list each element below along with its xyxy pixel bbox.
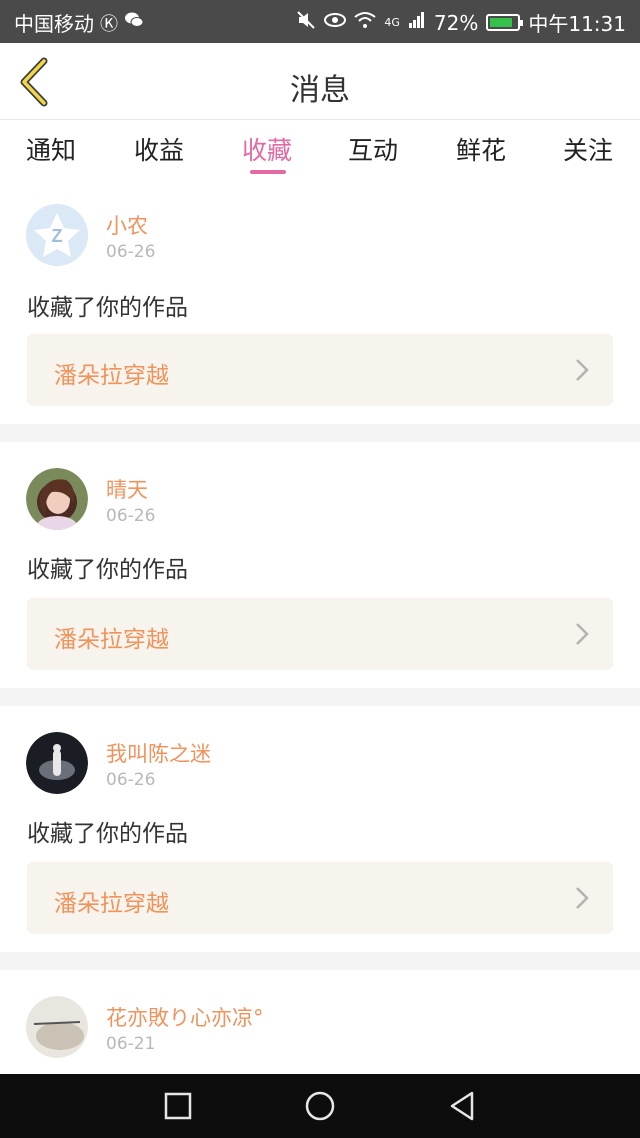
tab-flowers[interactable]: 鲜花	[431, 131, 531, 167]
clock: 中午11:31	[528, 12, 626, 36]
battery-percent: 72%	[433, 10, 479, 35]
tab-follow[interactable]: 关注	[538, 131, 638, 167]
work-link[interactable]: 潘朵拉穿越	[27, 598, 613, 670]
work-link[interactable]: 潘朵拉穿越	[27, 334, 613, 406]
avatar[interactable]	[26, 996, 88, 1058]
chevron-right-icon	[576, 359, 589, 381]
system-navigation-bar	[0, 1074, 640, 1138]
user-name[interactable]: 我叫陈之迷	[106, 738, 211, 768]
wifi-icon	[354, 11, 376, 34]
tab-earnings[interactable]: 收益	[109, 131, 209, 167]
svg-text:Z: Z	[52, 226, 63, 246]
list-item: 我叫陈之迷 06-26 收藏了你的作品 潘朵拉穿越	[0, 706, 640, 952]
work-title: 潘朵拉穿越	[54, 363, 169, 389]
recent-apps-icon[interactable]	[164, 1092, 192, 1120]
status-bar: 中国移动 Ⓚ 4G 72% 中午11:31	[0, 0, 640, 43]
list-item: 晴天 06-26 收藏了你的作品 潘朵拉穿越	[0, 442, 640, 688]
page-title: 消息	[290, 73, 350, 108]
chevron-right-icon	[576, 623, 589, 645]
header-bar: 消息	[0, 43, 640, 120]
item-date: 06-21	[106, 1034, 156, 1054]
carrier-name: 中国移动	[14, 12, 94, 36]
user-name[interactable]: 小农	[106, 210, 148, 240]
action-text: 收藏了你的作品	[27, 821, 188, 847]
avatar[interactable]	[26, 732, 88, 794]
tab-notify[interactable]: 通知	[1, 131, 101, 167]
back-nav-icon[interactable]	[448, 1090, 476, 1122]
list-item: 花亦敗り心亦凉° 06-21	[0, 970, 640, 1074]
avatar[interactable]: Z	[26, 204, 88, 266]
avatar[interactable]	[26, 468, 88, 530]
item-date: 06-26	[106, 506, 156, 526]
divider	[0, 424, 640, 442]
mute-icon	[296, 10, 316, 35]
user-name[interactable]: 花亦敗り心亦凉°	[106, 1002, 264, 1032]
tab-favorites[interactable]: 收藏	[217, 131, 317, 167]
battery-icon	[486, 14, 524, 31]
divider	[0, 688, 640, 706]
divider	[0, 952, 640, 970]
work-link[interactable]: 潘朵拉穿越	[27, 862, 613, 934]
tab-interaction[interactable]: 互动	[323, 131, 423, 167]
network-type: 4G	[384, 16, 400, 29]
item-date: 06-26	[106, 242, 156, 262]
eye-icon	[324, 12, 347, 33]
home-icon[interactable]	[304, 1090, 336, 1122]
k-icon: Ⓚ	[100, 13, 118, 35]
list-item: Z 小农 06-26 收藏了你的作品 潘朵拉穿越	[0, 188, 640, 424]
user-name[interactable]: 晴天	[106, 474, 148, 504]
action-text: 收藏了你的作品	[27, 295, 188, 321]
tab-bar: 通知 收益 收藏 互动 鲜花 关注	[0, 121, 640, 187]
status-right: 4G 72% 中午11:31	[296, 8, 626, 37]
work-title: 潘朵拉穿越	[54, 627, 169, 653]
chevron-right-icon	[576, 887, 589, 909]
status-left: 中国移动 Ⓚ	[14, 8, 144, 37]
work-title: 潘朵拉穿越	[54, 891, 169, 917]
wechat-icon	[124, 11, 144, 34]
active-tab-indicator	[250, 170, 286, 174]
item-date: 06-26	[106, 770, 156, 790]
action-text: 收藏了你的作品	[27, 557, 188, 583]
signal-icon	[408, 11, 426, 34]
